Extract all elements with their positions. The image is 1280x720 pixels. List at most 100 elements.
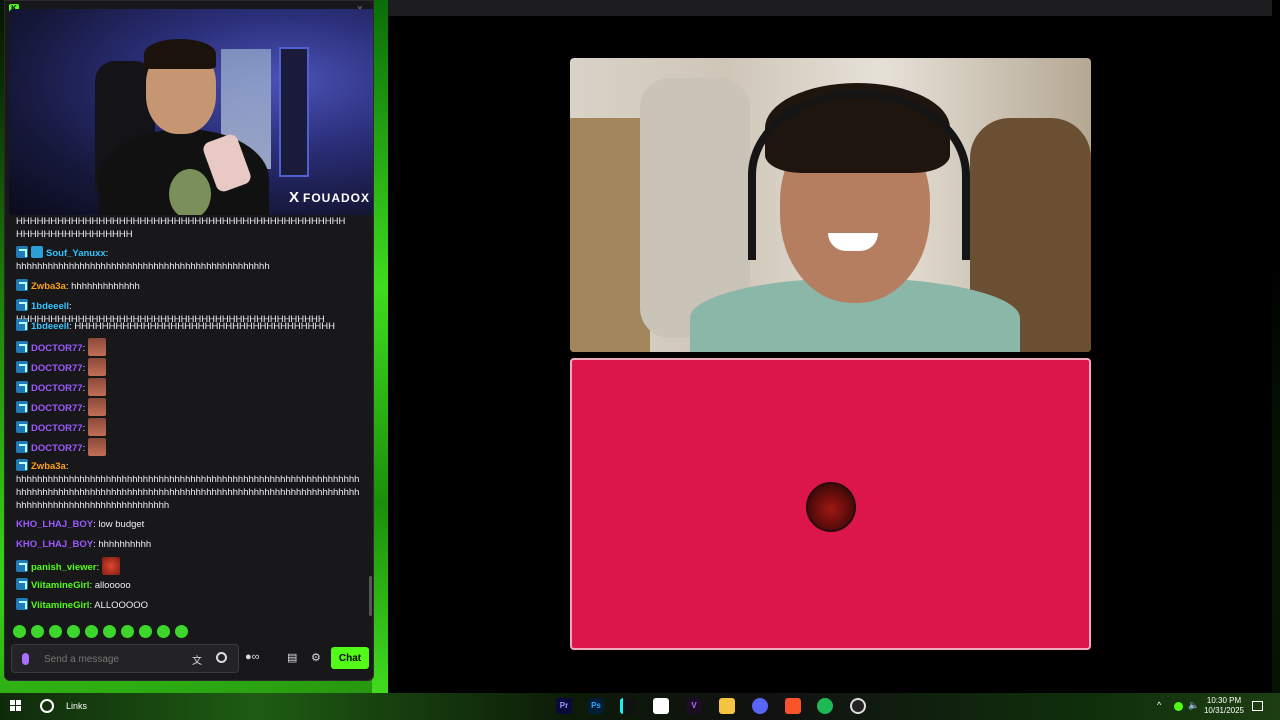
store-icon[interactable]: ▤	[287, 651, 297, 664]
chat-message-input[interactable]	[44, 650, 174, 668]
emote-icon[interactable]	[139, 625, 152, 639]
message-text: hhhhhhhhhh	[98, 539, 152, 550]
brave-icon[interactable]	[785, 698, 801, 714]
emote-icon	[87, 378, 106, 396]
username[interactable]: ViitamineGirl	[31, 580, 89, 591]
emote-icon	[87, 418, 106, 436]
message-text: ALLOOOOO	[94, 600, 149, 611]
webcam-door	[279, 47, 309, 177]
points-icon[interactable]: ●∞	[245, 651, 260, 663]
chat-message: ViitamineGirl: ALLOOOOO	[16, 598, 362, 612]
obs-icon[interactable]	[850, 698, 866, 714]
desktop: K × XFOUADOX HHHHHHHHHHHHHHHHHHHHHHHHHHH…	[0, 0, 1280, 720]
subscriber-badge-icon	[16, 441, 28, 453]
chat-message: panish_viewer:	[16, 557, 362, 575]
webcam-plush	[169, 169, 211, 215]
system-clock[interactable]: 10:30 PM 10/31/2025	[1202, 696, 1246, 716]
subscriber-badge-icon	[16, 299, 28, 311]
webcam-hair	[144, 39, 216, 69]
emote-icon	[87, 338, 106, 356]
windows-start-icon[interactable]	[10, 700, 22, 712]
emoji-icon[interactable]	[216, 652, 227, 663]
subscriber-badge-icon	[16, 560, 28, 572]
message-text: hhhhhhhhhhhhhhhhhhhhhhhhhhhhhhhhhhhhhhhh…	[16, 261, 270, 272]
photoshop-icon[interactable]: Ps	[588, 698, 604, 714]
message-text: HHHHHHHHHHHHHHHHHHHHHHHHHHHHHHHHHHHHHH	[74, 321, 336, 332]
message-text: hhhhhhhhhhhhh	[71, 281, 140, 292]
gear-icon[interactable]: ⚙	[311, 651, 321, 664]
emote-icon[interactable]	[85, 625, 98, 639]
chevron-up-icon[interactable]: ^	[1157, 700, 1161, 710]
message-text: allooooo	[94, 580, 131, 591]
username[interactable]: ViitamineGirl	[31, 600, 89, 611]
participant-camera-off-tile	[570, 358, 1091, 650]
username[interactable]: 1bdeeell	[31, 301, 69, 312]
username[interactable]: DOCTOR77	[31, 383, 83, 394]
chat-message: 1bdeeell: HHHHHHHHHHHHHHHHHHHHHHHHHHHHHH…	[16, 319, 362, 333]
spotify-icon[interactable]	[817, 698, 833, 714]
chat-message: DOCTOR77:	[16, 398, 362, 416]
chat-messages: HHHHHHHHHHHHHHHHHHHHHHHHHHHHHHHHHHHHHHHH…	[5, 215, 373, 615]
status-icon[interactable]	[1174, 702, 1183, 711]
emote-icon[interactable]	[67, 625, 80, 639]
chat-window: K × XFOUADOX HHHHHHHHHHHHHHHHHHHHHHHHHHH…	[4, 0, 374, 681]
subscriber-badge-icon	[16, 381, 28, 393]
username[interactable]: panish_viewer	[31, 562, 96, 573]
microphone-icon[interactable]	[22, 653, 29, 665]
translate-icon[interactable]: 文	[192, 652, 204, 667]
username[interactable]: DOCTOR77	[31, 443, 83, 454]
emote-icon[interactable]	[175, 625, 188, 639]
chat-message: Zwba3a: hhhhhhhhhhhhh	[16, 279, 362, 293]
emote-icon	[87, 438, 106, 456]
emote-icon[interactable]	[49, 625, 62, 639]
emote-icon[interactable]	[103, 625, 116, 639]
gift-badge-icon	[31, 246, 43, 258]
camera-icon[interactable]	[653, 698, 669, 714]
emote-icon[interactable]	[157, 625, 170, 639]
chat-message: DOCTOR77:	[16, 358, 362, 376]
chat-send-button[interactable]: Chat	[331, 647, 369, 669]
username[interactable]: 1bdeeell	[31, 321, 69, 332]
chat-message: ViitamineGirl: allooooo	[16, 578, 362, 592]
capcut-icon[interactable]	[620, 698, 636, 714]
video-call-titlebar	[388, 0, 1272, 16]
chat-message: HHHHHHHHHHHHHHHHHHHHHHHHHHHHHHHHHHHHHHHH…	[16, 215, 362, 241]
x-logo-icon: X	[289, 189, 301, 206]
emote-icon	[87, 358, 106, 376]
username[interactable]: DOCTOR77	[31, 363, 83, 374]
chat-message: DOCTOR77:	[16, 438, 362, 456]
username[interactable]: DOCTOR77	[31, 403, 83, 414]
username[interactable]: KHO_LHAJ_BOY	[16, 519, 93, 530]
emote-icon	[87, 398, 106, 416]
username[interactable]: Souf_Yanuxx	[46, 248, 106, 259]
username[interactable]: DOCTOR77	[31, 423, 83, 434]
subscriber-badge-icon	[16, 279, 28, 291]
vegas-icon[interactable]: V	[686, 698, 702, 714]
file-explorer-icon[interactable]	[719, 698, 735, 714]
taskbar-search-label[interactable]: Links	[66, 701, 87, 711]
chat-message: KHO_LHAJ_BOY: hhhhhhhhhh	[16, 539, 152, 550]
emote-icon[interactable]	[13, 625, 26, 639]
chat-message: DOCTOR77:	[16, 378, 362, 396]
subscriber-badge-icon	[16, 459, 28, 471]
video-call-window	[388, 0, 1272, 693]
chat-message: DOCTOR77:	[16, 418, 362, 436]
emote-icon[interactable]	[31, 625, 44, 639]
streamer-webcam: X FOUADOX	[9, 9, 373, 215]
emote-icon[interactable]	[121, 625, 134, 639]
notification-icon[interactable]	[1252, 701, 1263, 711]
message-text: HHHHHHHHHHHHHHHHHHHHHHHHHHHHHHHHHHHHHHHH…	[16, 216, 346, 240]
chat-scrollbar[interactable]	[369, 576, 372, 616]
subscriber-badge-icon	[16, 401, 28, 413]
username[interactable]: Zwba3a	[31, 461, 66, 472]
search-icon[interactable]	[40, 699, 54, 713]
username[interactable]: Zwba3a	[31, 281, 66, 292]
volume-icon[interactable]: 🔈	[1188, 700, 1199, 711]
room-shelf	[570, 118, 650, 352]
discord-icon[interactable]	[752, 698, 768, 714]
chat-input-container: 文	[11, 644, 239, 673]
username[interactable]: DOCTOR77	[31, 343, 83, 354]
clock-time: 10:30 PM	[1206, 696, 1242, 705]
username[interactable]: KHO_LHAJ_BOY	[16, 539, 93, 550]
premiere-icon[interactable]: Pr	[556, 698, 572, 714]
